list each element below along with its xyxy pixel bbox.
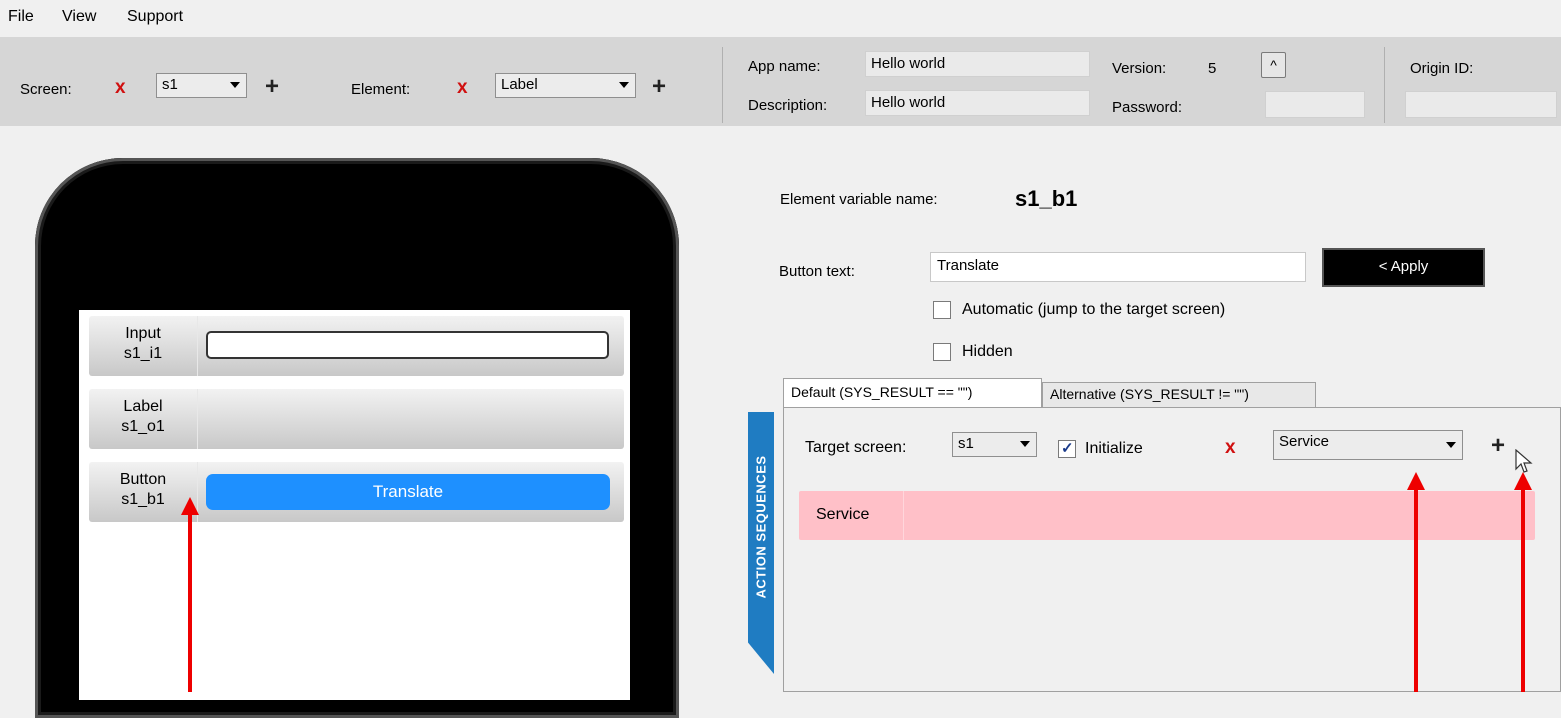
service-select[interactable]: Service [1273,430,1463,460]
hidden-checkbox[interactable] [933,343,951,361]
menu-file[interactable]: File [8,8,34,26]
caret-up-icon: ^ [1270,57,1277,73]
annotation-arrow-head [1407,472,1425,490]
initialize-checkbox[interactable]: ✓ [1058,440,1076,458]
chevron-down-icon [230,82,240,88]
tab-default[interactable]: Default (SYS_RESULT == "") [783,378,1042,408]
remove-action-icon[interactable]: x [1225,437,1236,459]
tab-alternative-label: Alternative (SYS_RESULT != "") [1050,386,1249,402]
target-screen-select[interactable]: s1 [952,432,1037,457]
element-select[interactable]: Label [495,73,636,98]
action-sequences-label: ACTION SEQUENCES [753,455,769,599]
origin-id-field[interactable] [1405,91,1557,118]
chevron-down-icon [1446,442,1456,448]
screen-select[interactable]: s1 [156,73,247,98]
annotation-arrow [1414,489,1418,692]
menu-bar: File View Support [0,0,1561,37]
variable-name-value: s1_b1 [1015,186,1078,211]
row-type: Label [123,398,163,415]
variable-name-label: Element variable name: [780,191,938,208]
preview-button-text: Translate [372,482,444,501]
toolbar: Screen: x s1 + Element: x Label + App na… [0,37,1561,126]
screen-label: Screen: [20,81,72,98]
add-screen-icon[interactable]: + [265,75,279,99]
phone-row-label[interactable]: Label s1_o1 [89,389,624,449]
tab-default-label: Default (SYS_RESULT == "") [791,384,973,400]
row-type: Button [119,471,167,488]
annotation-arrow [188,514,192,692]
chevron-down-icon [1020,441,1030,447]
row-name: s1_i1 [123,345,163,362]
remove-screen-icon[interactable]: x [115,77,126,99]
password-label: Password: [1112,99,1183,116]
app-name-label: App name: [748,58,821,75]
target-screen-value: s1 [958,435,974,452]
preview-input-field[interactable] [206,331,609,359]
origin-id-label: Origin ID: [1410,60,1474,77]
app-name-value: Hello world [871,55,946,72]
menu-view[interactable]: View [62,8,96,26]
app-name-field[interactable]: Hello world [865,51,1090,77]
element-label: Element: [351,81,411,98]
hidden-label: Hidden [962,343,1013,360]
version-increment-button[interactable]: ^ [1261,52,1286,78]
add-element-icon[interactable]: + [652,75,666,99]
sequence-item-divider [903,491,904,540]
element-select-value: Label [501,76,538,93]
version-label: Version: [1112,60,1167,77]
sequence-item[interactable]: Service [799,491,1535,540]
button-text-input[interactable]: Translate [930,252,1306,282]
row-label: Label s1_o1 [89,397,197,437]
apply-label: < Apply [1378,258,1429,275]
description-value: Hello world [871,94,946,111]
description-field[interactable]: Hello world [865,90,1090,116]
password-field[interactable] [1265,91,1365,118]
action-sequences-label-wrap: ACTION SEQUENCES [748,412,774,642]
apply-button[interactable]: < Apply [1322,248,1485,287]
add-action-icon[interactable]: + [1491,434,1505,458]
menu-support[interactable]: Support [127,8,183,26]
check-icon: ✓ [1061,440,1074,457]
toolbar-divider [1384,47,1385,123]
sequence-item-label: Service [816,506,870,523]
service-select-value: Service [1279,433,1330,450]
phone-row-input[interactable]: Input s1_i1 [89,316,624,376]
screen-select-value: s1 [162,76,178,93]
row-type: Input [125,325,161,342]
annotation-arrow-head [181,497,199,515]
row-divider [197,389,198,449]
target-screen-label: Target screen: [805,439,907,456]
automatic-label: Automatic (jump to the target screen) [962,301,1226,318]
phone-row-button[interactable]: Button s1_b1 Translate [89,462,624,522]
annotation-arrow-head [1514,472,1532,490]
automatic-checkbox[interactable] [933,301,951,319]
initialize-label: Initialize [1085,440,1143,457]
chevron-down-icon [619,82,629,88]
row-label: Input s1_i1 [89,324,197,364]
row-name: s1_o1 [121,418,165,435]
row-divider [197,316,198,376]
tab-alternative[interactable]: Alternative (SYS_RESULT != "") [1042,382,1316,408]
button-text-value: Translate [937,257,999,274]
toolbar-divider [722,47,723,123]
description-label: Description: [748,97,828,114]
remove-element-icon[interactable]: x [457,77,468,99]
button-text-label: Button text: [779,263,855,280]
preview-translate-button[interactable]: Translate [206,474,610,510]
version-value: 5 [1208,60,1217,77]
annotation-arrow [1521,489,1525,692]
